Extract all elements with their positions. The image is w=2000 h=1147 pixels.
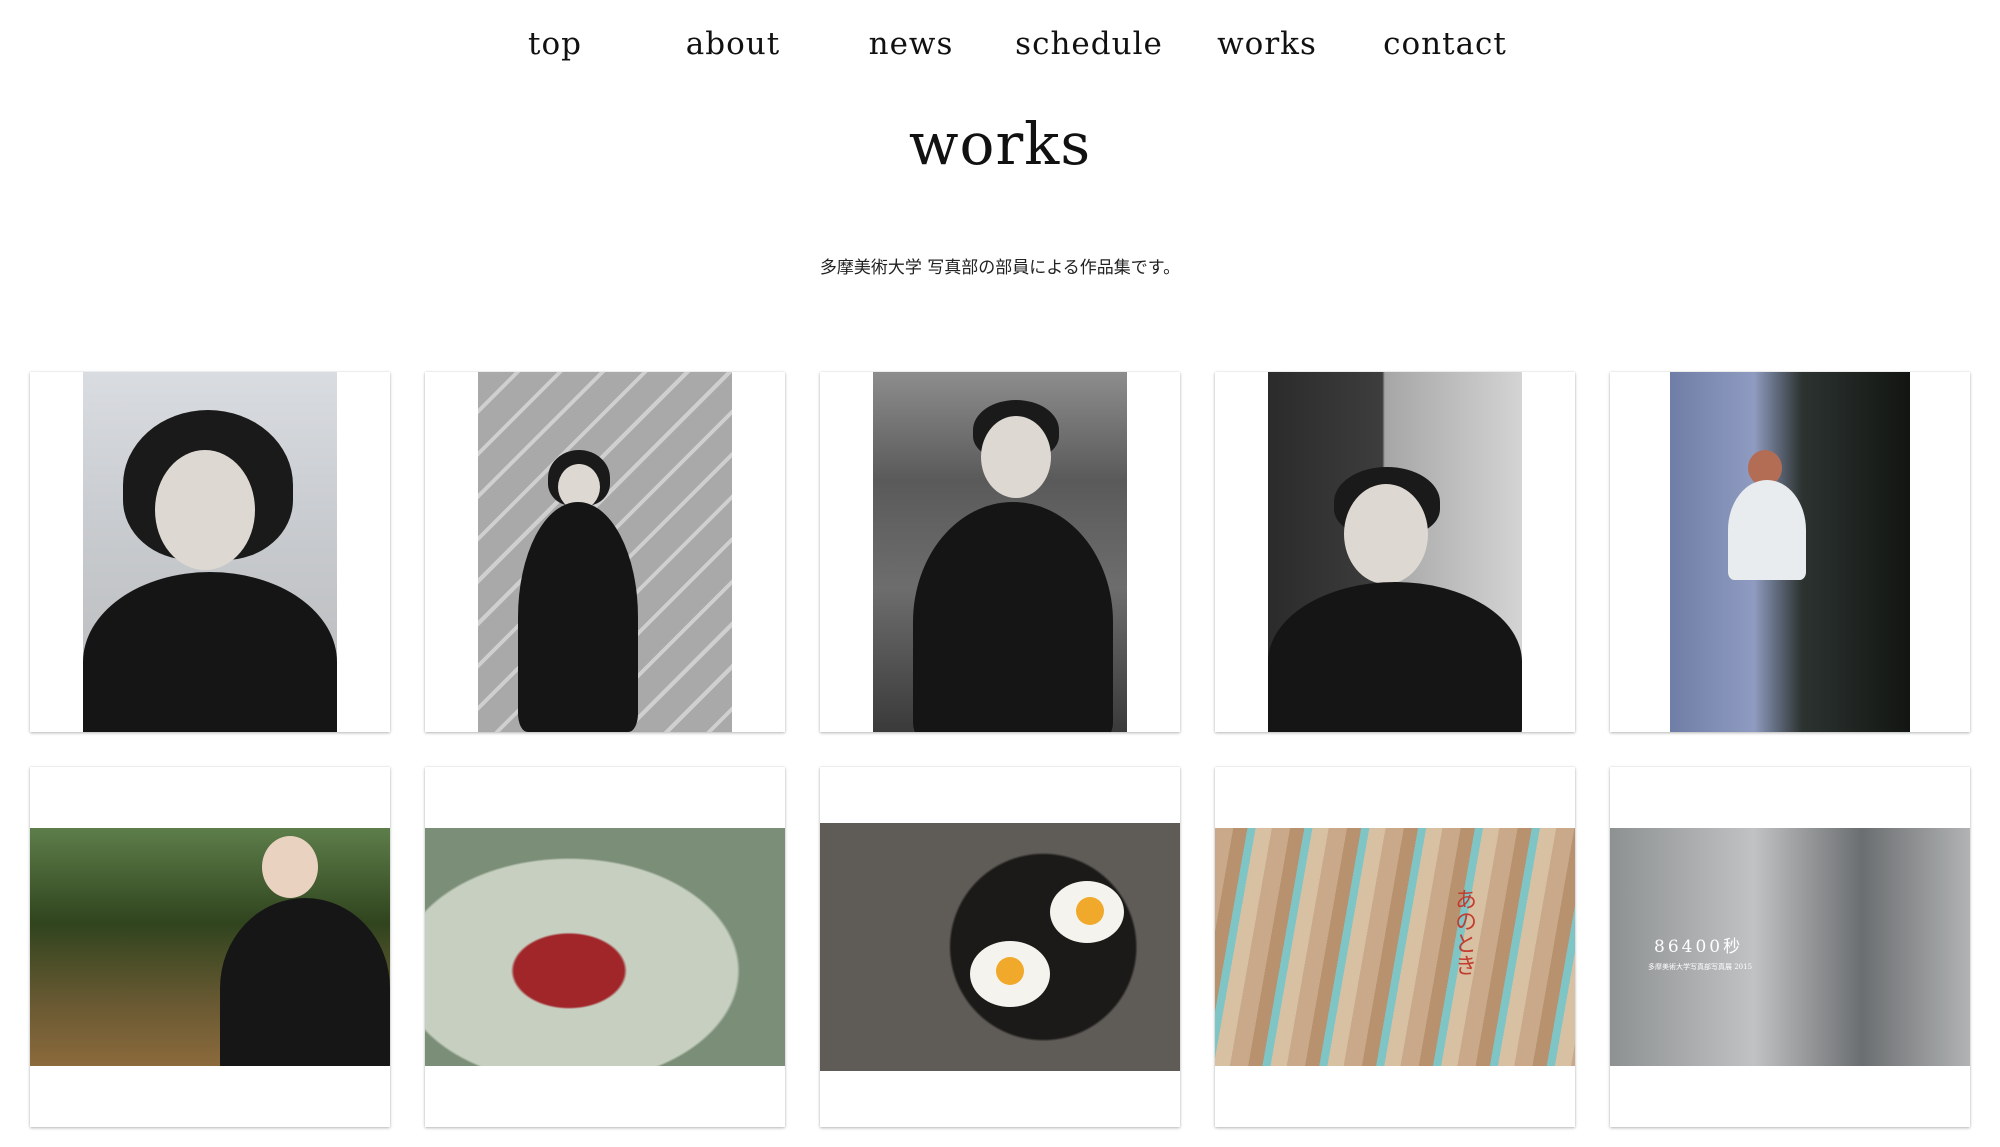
work-overlay-title: 86400秒 <box>1654 937 1744 957</box>
nav-works[interactable]: works <box>1178 20 1356 68</box>
work-card-2[interactable] <box>425 372 785 732</box>
nav-news[interactable]: news <box>822 20 1000 68</box>
works-gallery: あのとき 86400秒 多摩美術大学写真部写真展 2015 <box>30 372 1970 1127</box>
work-photo-6 <box>30 828 390 1066</box>
work-photo-2 <box>478 372 732 732</box>
work-photo-7 <box>425 828 785 1066</box>
page-title: works <box>908 110 1092 178</box>
work-card-7[interactable] <box>425 767 785 1127</box>
work-photo-3 <box>873 372 1127 732</box>
work-card-5[interactable] <box>1610 372 1970 732</box>
work-card-9[interactable]: あのとき <box>1215 767 1575 1127</box>
work-card-1[interactable] <box>30 372 390 732</box>
work-card-4[interactable] <box>1215 372 1575 732</box>
work-photo-9: あのとき <box>1215 828 1575 1066</box>
top-navigation: top about news schedule works contact <box>0 20 2000 68</box>
nav-about[interactable]: about <box>644 20 822 68</box>
nav-top[interactable]: top <box>466 20 644 68</box>
nav-schedule[interactable]: schedule <box>1000 20 1178 68</box>
nav-contact[interactable]: contact <box>1356 20 1534 68</box>
work-photo-8 <box>820 823 1180 1071</box>
work-photo-5 <box>1670 372 1910 732</box>
work-card-6[interactable] <box>30 767 390 1127</box>
page-subtitle: 多摩美術大学 写真部の部員による作品集です。 <box>819 258 1181 278</box>
work-card-10[interactable]: 86400秒 多摩美術大学写真部写真展 2015 <box>1610 767 1970 1127</box>
work-card-8[interactable] <box>820 767 1180 1127</box>
work-photo-10: 86400秒 多摩美術大学写真部写真展 2015 <box>1610 828 1970 1066</box>
works-page: top about news schedule works contact wo… <box>0 0 2000 1147</box>
work-overlay-vertical-text: あのとき <box>1451 888 1476 976</box>
work-photo-1 <box>83 372 337 732</box>
work-card-3[interactable] <box>820 372 1180 732</box>
work-overlay-caption: 多摩美術大学写真部写真展 2015 <box>1648 963 1753 971</box>
work-photo-4 <box>1268 372 1522 732</box>
